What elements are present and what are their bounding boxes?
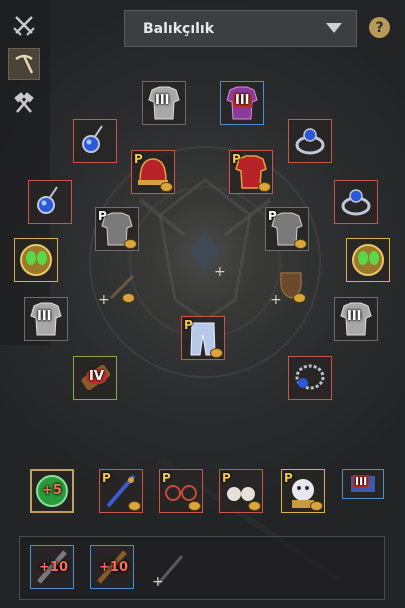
belt-rank-slot[interactable]: III: [342, 469, 384, 499]
premium-glasses-slot[interactable]: P: [159, 469, 203, 513]
coin-icon: [258, 182, 271, 192]
earring-slot-left-2[interactable]: [28, 180, 72, 224]
coin-icon: [310, 501, 323, 511]
gathering-tab[interactable]: [8, 48, 40, 80]
ring-slot-right-2[interactable]: [334, 180, 378, 224]
premium-marker: P: [284, 471, 293, 485]
chest-slot-right[interactable]: III: [334, 297, 378, 341]
premium-marker: P: [222, 471, 231, 485]
amulet-icon: [20, 244, 52, 276]
coin-icon: [122, 293, 135, 303]
rank-label: III: [353, 475, 370, 488]
earring-slot-left[interactable]: [73, 119, 117, 163]
bottom-slot-1[interactable]: +10: [30, 545, 74, 589]
premium-marker: P: [268, 209, 277, 223]
amulet-icon: [352, 244, 384, 276]
enchant-label: +10: [39, 560, 68, 575]
ring-icon: [295, 128, 325, 155]
rank-label: III: [233, 93, 252, 108]
chest-slot[interactable]: III: [220, 81, 264, 125]
enchant-orb-slot[interactable]: +5: [30, 469, 74, 513]
premium-rod-slot[interactable]: P: [99, 469, 143, 513]
crossed-swords-icon: [13, 16, 35, 36]
category-dropdown[interactable]: Balıkçılık: [124, 10, 357, 47]
enchant-label: +5: [42, 483, 62, 498]
premium-gloves-slot[interactable]: P: [95, 207, 139, 251]
premium-helmet-slot[interactable]: P: [131, 150, 175, 194]
belt-slot[interactable]: [288, 356, 332, 400]
pickaxe-icon: [15, 54, 34, 74]
bottom-slot-2[interactable]: +10: [90, 545, 134, 589]
coin-icon: [210, 348, 223, 358]
plus-icon: +: [214, 264, 226, 280]
rank-label: IV: [86, 369, 107, 384]
coin-icon: [160, 182, 173, 192]
premium-marker: P: [98, 209, 107, 223]
combat-tab[interactable]: [8, 9, 40, 41]
plus-icon: +: [98, 292, 110, 308]
premium-marker: P: [162, 471, 171, 485]
coin-icon: [124, 239, 137, 249]
coin-icon: [128, 501, 141, 511]
coin-icon: [188, 501, 201, 511]
talisman-slot[interactable]: IV: [73, 356, 117, 400]
necklace-slot-right[interactable]: [346, 238, 390, 282]
coin-icon: [294, 239, 307, 249]
chevron-down-icon: [326, 23, 342, 33]
ring-slot-right[interactable]: [288, 119, 332, 163]
premium-marker: P: [102, 471, 111, 485]
necklace-slot-left[interactable]: [14, 238, 58, 282]
earring-icon: [82, 125, 103, 153]
premium-pants-slot[interactable]: P: [181, 316, 225, 360]
chest-slot-left[interactable]: III: [24, 297, 68, 341]
help-button[interactable]: ?: [369, 17, 390, 38]
premium-marker: P: [232, 152, 241, 166]
rank-label: III: [347, 309, 362, 324]
premium-marker: P: [184, 318, 193, 332]
coin-icon: [293, 293, 306, 303]
necklace-chain-icon: [295, 364, 325, 390]
rank-label: III: [37, 309, 52, 324]
premium-companion-slot[interactable]: P: [281, 469, 325, 513]
crossed-hammers-icon: [14, 92, 34, 113]
category-dropdown-value: Balıkçılık: [143, 20, 215, 37]
plus-icon: +: [152, 574, 164, 590]
rank-label: III: [155, 93, 170, 108]
coin-icon: [248, 501, 261, 511]
premium-marker: P: [134, 152, 143, 166]
helmet-slot[interactable]: III: [142, 81, 186, 125]
plus-icon: +: [270, 292, 282, 308]
premium-boots-slot[interactable]: P: [265, 207, 309, 251]
premium-armor-slot[interactable]: P: [229, 150, 273, 194]
earring-icon: [37, 186, 58, 214]
crafting-tab[interactable]: [8, 88, 40, 120]
premium-earmuff-slot[interactable]: P: [219, 469, 263, 513]
ring-icon: [341, 189, 371, 216]
enchant-label: +10: [99, 560, 128, 575]
